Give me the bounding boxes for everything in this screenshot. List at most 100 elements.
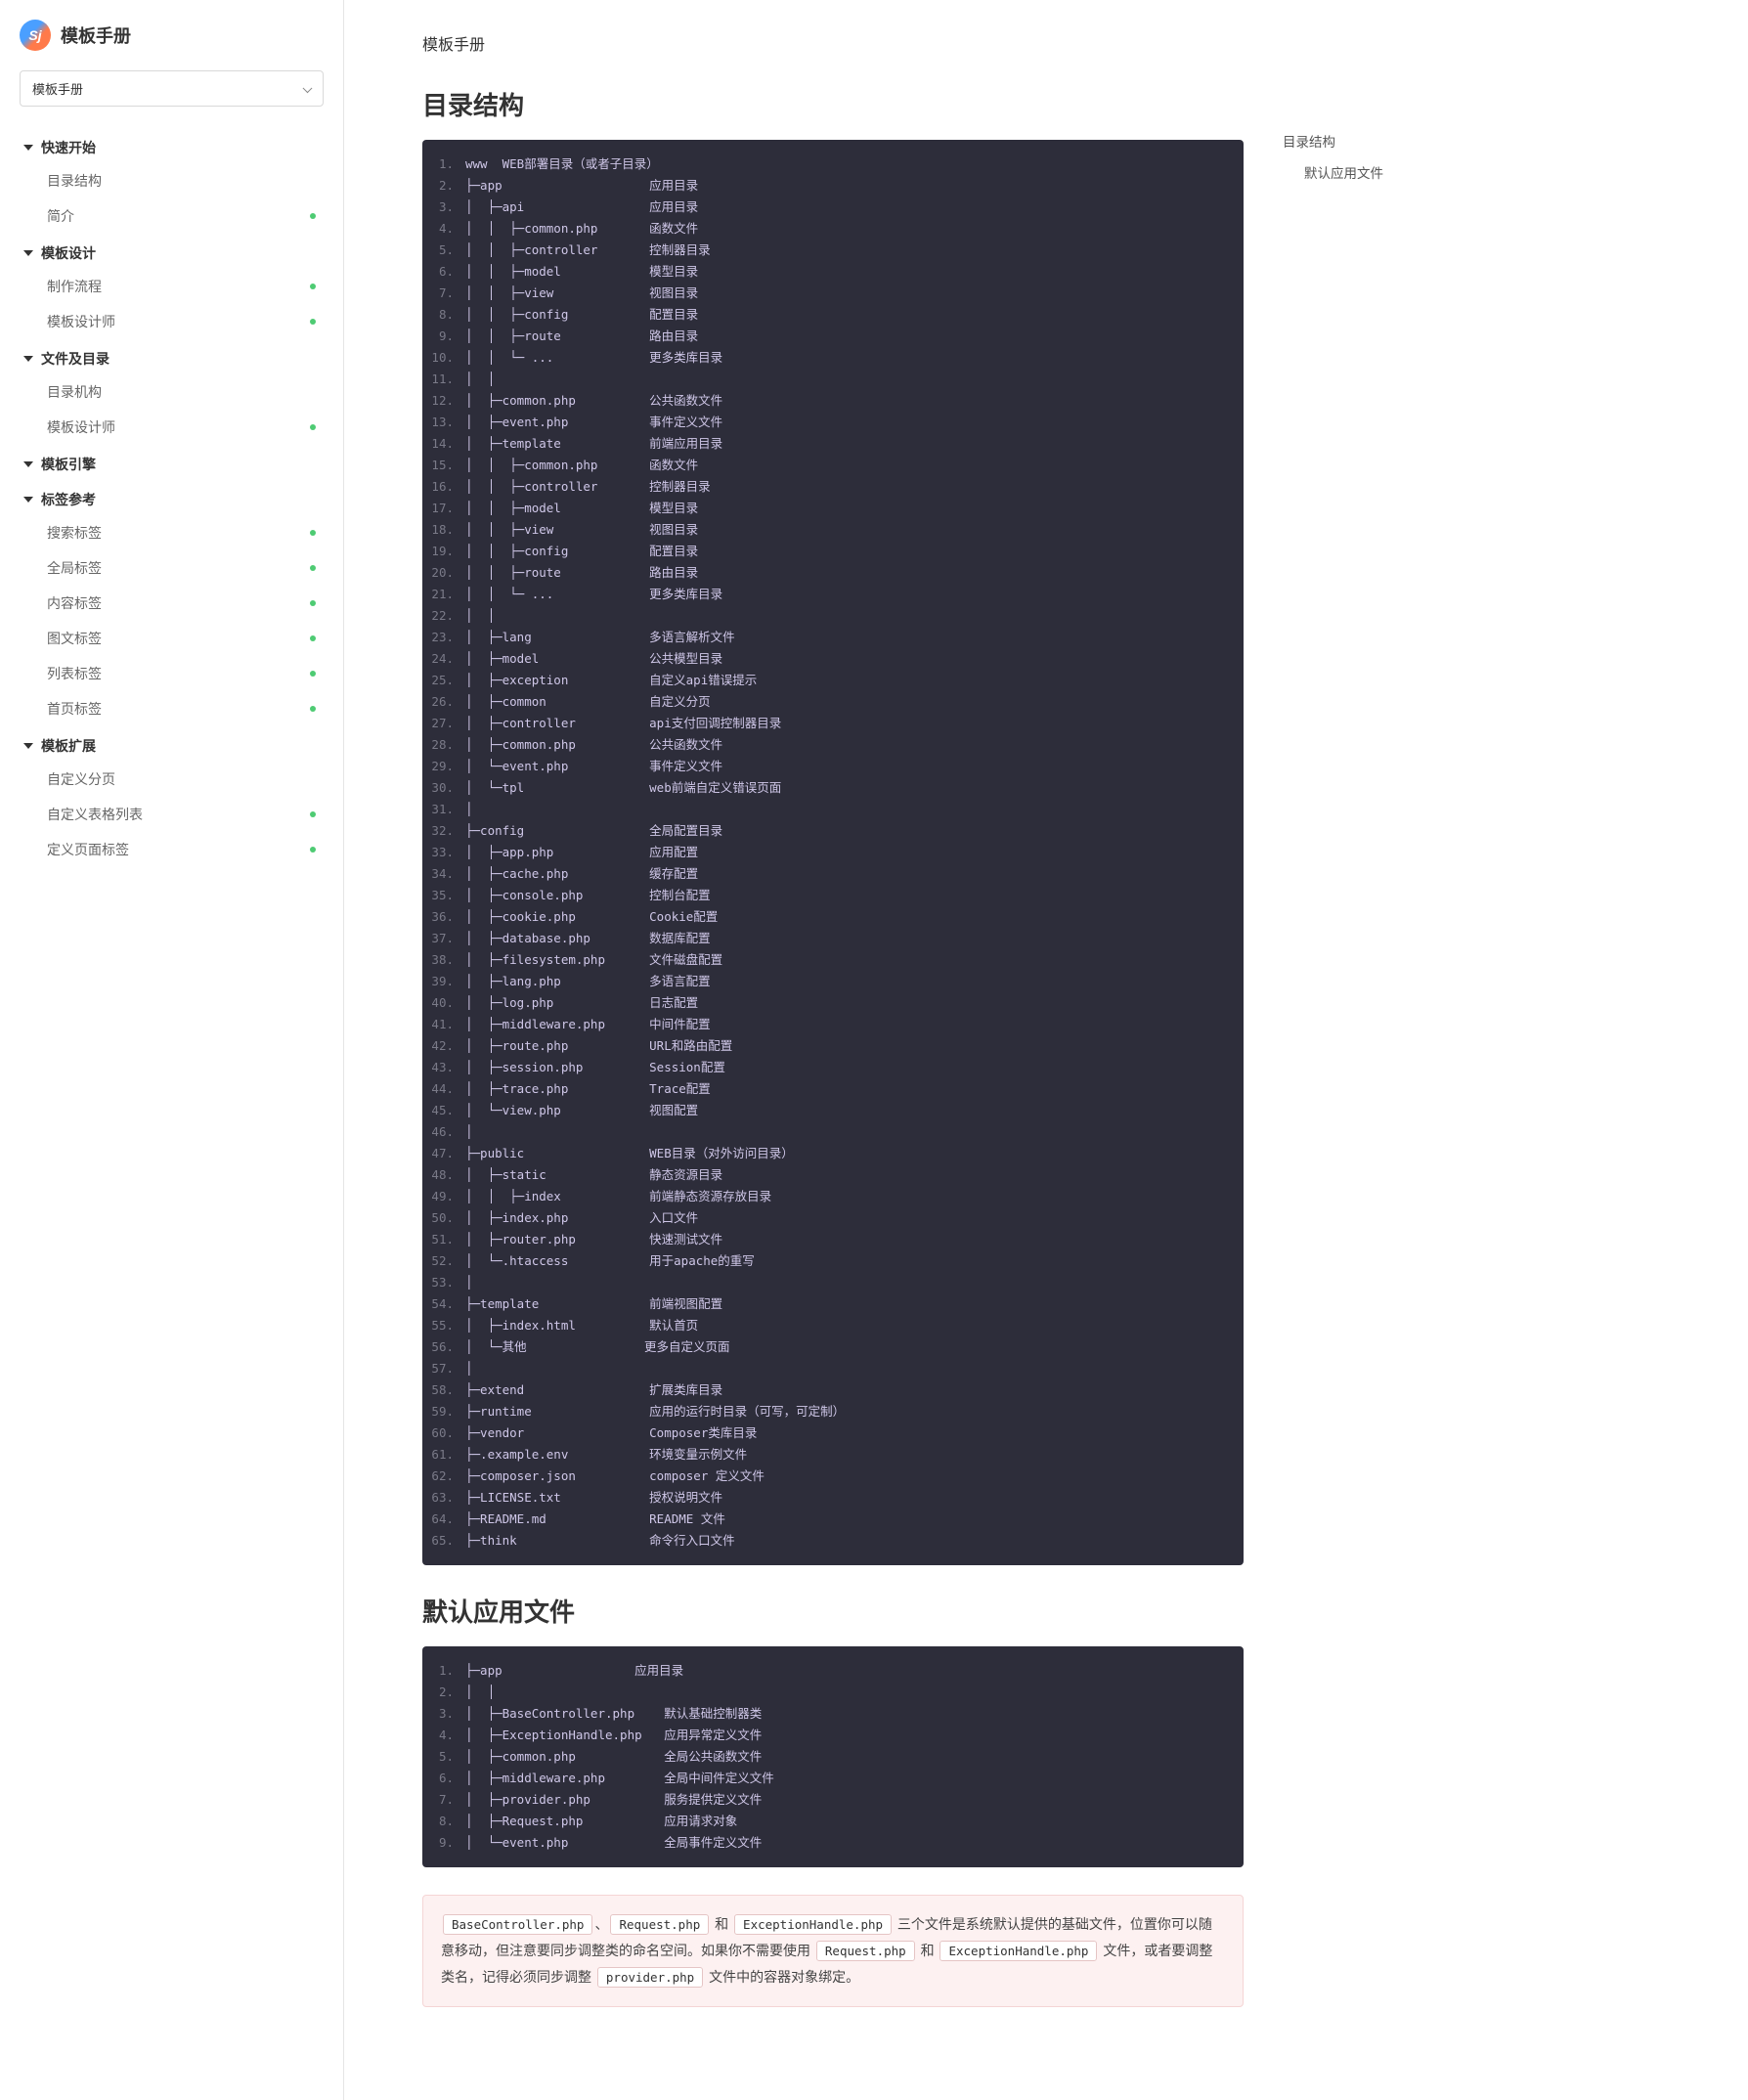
doc-selector-value[interactable]: 模板手册 [20,70,324,107]
line-number: 7. [422,1789,465,1811]
code-line: 37.│ ├─database.php 数据库配置 [422,928,1244,949]
code-line: 40.│ ├─log.php 日志配置 [422,992,1244,1014]
nav-item[interactable]: 搜索标签 [0,515,343,550]
line-number: 64. [422,1509,465,1530]
nav-item[interactable]: 模板设计师 [0,304,343,339]
code-text: │ ├─common.php 全局公共函数文件 [465,1746,781,1768]
toc-item-directory[interactable]: 目录结构 [1263,125,1459,156]
nav-section[interactable]: 快速开始 [0,128,343,163]
line-number: 51. [422,1229,465,1250]
heading-directory-structure: 目录结构 [422,86,1244,122]
nav-item[interactable]: 模板设计师 [0,410,343,445]
nav-item[interactable]: 目录结构 [0,163,343,198]
code-line: 42.│ ├─route.php URL和路由配置 [422,1035,1244,1057]
code-text: ├─app 应用目录 [465,175,718,197]
code-line: 21.│ │ └─ ... 更多类库目录 [422,584,1244,605]
code-line: 51.│ ├─router.php 快速测试文件 [422,1229,1244,1250]
code-line: 18.│ │ ├─view 视图目录 [422,519,1244,541]
code-line: 19.│ │ ├─config 配置目录 [422,541,1244,562]
status-dot-icon [310,671,316,677]
line-number: 63. [422,1487,465,1509]
status-dot-icon [310,213,316,219]
nav-item[interactable]: 全局标签 [0,550,343,586]
doc-selector[interactable]: 模板手册 [20,70,324,107]
code-line: 59.├─runtime 应用的运行时目录（可写，可定制） [422,1401,1244,1422]
code-line: 7.│ │ ├─view 视图目录 [422,283,1244,304]
code-line: 54.├─template 前端视图配置 [422,1293,1244,1315]
nav-item[interactable]: 首页标签 [0,691,343,726]
sidebar: Sj 模板手册 模板手册 快速开始目录结构简介模板设计制作流程模板设计师文件及目… [0,0,344,2100]
code-line: 25.│ ├─exception 自定义api错误提示 [422,670,1244,691]
code-text: │ └─tpl web前端自定义错误页面 [465,777,801,799]
code-text: │ ├─common.php 公共函数文件 [465,734,742,756]
nav-item[interactable]: 内容标签 [0,586,343,621]
line-number: 50. [422,1207,465,1229]
logo-icon: Sj [20,20,51,51]
code-line: 41.│ ├─middleware.php 中间件配置 [422,1014,1244,1035]
line-number: 53. [422,1272,465,1293]
breadcrumb: 模板手册 [422,31,1244,55]
code-text: │ ├─template 前端应用目录 [465,433,742,455]
line-number: 65. [422,1530,465,1552]
nav-item-label: 目录机构 [47,382,102,402]
code-line: 4.│ │ ├─common.php 函数文件 [422,218,1244,240]
code-line: 26.│ ├─common 自定义分页 [422,691,1244,713]
code-line: 4.│ ├─ExceptionHandle.php 应用异常定义文件 [422,1725,1244,1746]
nav-section[interactable]: 模板扩展 [0,726,343,762]
code-line: 12.│ ├─common.php 公共函数文件 [422,390,1244,412]
toc-item-default-files[interactable]: 默认应用文件 [1263,156,1459,188]
code-text: ├─template 前端视图配置 [465,1293,742,1315]
nav-item[interactable]: 制作流程 [0,269,343,304]
line-number: 2. [422,1682,465,1703]
line-number: 43. [422,1057,465,1078]
code-line: 57.│ [422,1358,1244,1379]
line-number: 9. [422,326,465,347]
site-title: 模板手册 [61,22,131,48]
nav-item[interactable]: 自定义表格列表 [0,797,343,832]
code-line: 36.│ ├─cookie.php Cookie配置 [422,906,1244,928]
line-number: 26. [422,691,465,713]
nav-item[interactable]: 自定义分页 [0,762,343,797]
status-dot-icon [310,635,316,641]
inline-code: ExceptionHandle.php [940,1941,1097,1961]
line-number: 11. [422,369,465,390]
code-text: │ │ ├─common.php 函数文件 [465,218,718,240]
code-line: 52.│ └─.htaccess 用于apache的重写 [422,1250,1244,1272]
note-text: 和 [711,1916,732,1932]
code-text: www WEB部署目录（或者子目录） [465,153,678,175]
line-number: 45. [422,1100,465,1121]
nav-item[interactable]: 目录机构 [0,374,343,410]
nav-item[interactable]: 简介 [0,198,343,234]
line-number: 57. [422,1358,465,1379]
line-number: 8. [422,1811,465,1832]
nav-section[interactable]: 文件及目录 [0,339,343,374]
line-number: 40. [422,992,465,1014]
nav-section[interactable]: 模板设计 [0,234,343,269]
nav-item[interactable]: 定义页面标签 [0,832,343,867]
code-line: 30.│ └─tpl web前端自定义错误页面 [422,777,1244,799]
status-dot-icon [310,811,316,817]
nav-item[interactable]: 图文标签 [0,621,343,656]
code-text: │ ├─common 自定义分页 [465,691,730,713]
nav-item[interactable]: 列表标签 [0,656,343,691]
code-text: │ ├─cache.php 缓存配置 [465,863,718,885]
code-line: 39.│ ├─lang.php 多语言配置 [422,971,1244,992]
line-number: 36. [422,906,465,928]
code-text: │ │ └─ ... 更多类库目录 [465,347,742,369]
nav-item-label: 模板设计师 [47,312,115,331]
code-line: 2.│ │ [422,1682,1244,1703]
code-line: 23.│ ├─lang 多语言解析文件 [422,627,1244,648]
code-text: │ ├─Request.php 应用请求对象 [465,1811,757,1832]
code-text: │ │ ├─config 配置目录 [465,304,718,326]
line-number: 4. [422,1725,465,1746]
nav-section[interactable]: 模板引擎 [0,445,343,480]
line-number: 61. [422,1444,465,1466]
line-number: 54. [422,1293,465,1315]
line-number: 5. [422,1746,465,1768]
code-text: │ ├─BaseController.php 默认基础控制器类 [465,1703,781,1725]
code-line: 46.│ [422,1121,1244,1143]
line-number: 4. [422,218,465,240]
nav-section[interactable]: 标签参考 [0,480,343,515]
code-text: ├─app 应用目录 [465,1660,703,1682]
code-text: │ ├─controller api支付回调控制器目录 [465,713,801,734]
